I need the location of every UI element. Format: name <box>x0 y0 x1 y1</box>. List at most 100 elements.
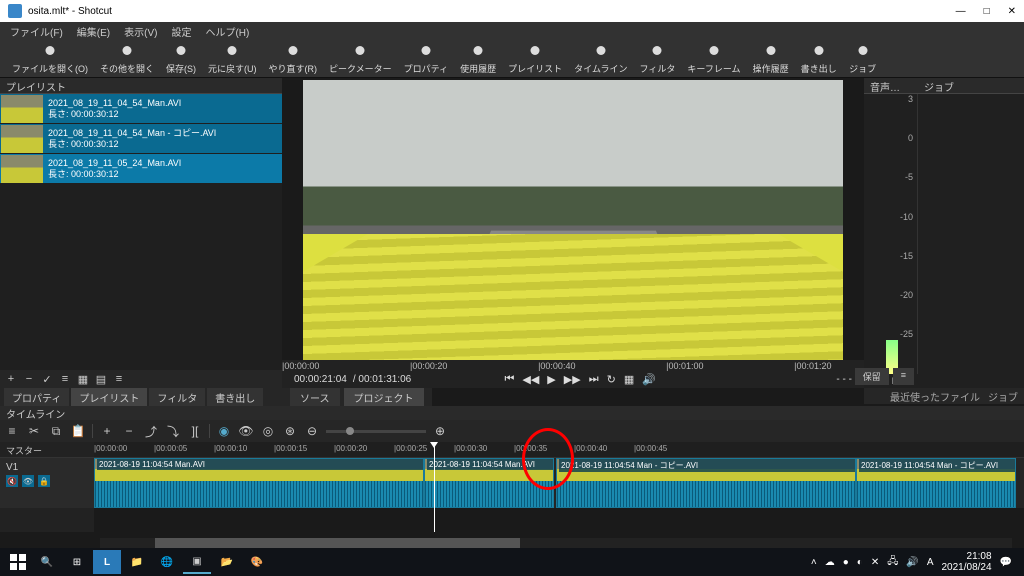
minimize-button[interactable]: — <box>956 6 966 17</box>
skip-start-icon[interactable]: ⏮ <box>504 373 514 386</box>
loop-icon[interactable]: ↻ <box>607 373 616 386</box>
zoom-out-icon[interactable]: ⊖ <box>304 423 320 439</box>
network-icon[interactable]: 🖧 <box>887 554 898 571</box>
timeline-clip[interactable]: 2021-08-19 11:04:54 Man.AVI <box>94 458 424 508</box>
timeline-ruler[interactable]: |00:00:00|00:00:05|00:00:10|00:00:15|00:… <box>94 442 1024 458</box>
menu-item[interactable]: 表示(V) <box>118 22 163 41</box>
list-icon[interactable]: ≡ <box>58 372 72 386</box>
grid-icon[interactable]: ▦ <box>624 373 634 386</box>
pending-button[interactable]: 保留 <box>855 368 889 385</box>
playlist-item[interactable]: 2021_08_19_11_04_54_Man - コピー.AVI長さ: 00:… <box>0 124 282 154</box>
lift-icon[interactable]: ⤴ <box>143 423 159 439</box>
start-button[interactable] <box>4 550 32 574</box>
mute-icon[interactable]: 🔇 <box>6 475 18 487</box>
tool-filter[interactable]: フィルタ <box>634 43 682 75</box>
track-header[interactable]: V1 🔇 👁 🔒 <box>0 458 94 508</box>
close-button[interactable]: ✕ <box>1008 6 1016 17</box>
folder-icon[interactable]: 📂 <box>213 550 241 574</box>
tool-history[interactable]: 使用履歴 <box>454 43 502 75</box>
jobs-menu-icon[interactable]: ≡ <box>893 368 914 385</box>
zoom-in-icon[interactable]: ⊕ <box>432 423 448 439</box>
ime-icon[interactable]: A <box>927 557 934 568</box>
source-tab[interactable]: ソース <box>290 388 340 407</box>
menu-icon[interactable]: ≡ <box>112 372 126 386</box>
tray-chevron-icon[interactable]: ˄ <box>811 557 817 568</box>
menu-item[interactable]: 編集(E) <box>71 22 116 41</box>
recent-files-tab[interactable]: 最近使ったファイル <box>890 389 980 404</box>
menu-item[interactable]: ファイル(F) <box>4 22 69 41</box>
tool-ops[interactable]: 操作履歴 <box>747 43 795 75</box>
ripple-all-icon[interactable]: ⊛ <box>282 423 298 439</box>
bottom-tab[interactable]: 書き出し <box>207 388 263 407</box>
tool-props[interactable]: プロパティ <box>398 43 454 75</box>
video-preview[interactable] <box>303 80 843 360</box>
menu-item[interactable]: 設定 <box>165 22 197 41</box>
search-icon[interactable]: 🔍 <box>33 550 61 574</box>
master-track-header[interactable]: マスター <box>0 442 94 458</box>
tl-add-icon[interactable]: + <box>99 423 115 439</box>
notifications-icon[interactable]: 💬 <box>1000 557 1012 568</box>
check-icon[interactable]: ✓ <box>40 372 54 386</box>
video-lane[interactable]: 2021-08-19 11:04:54 Man.AVI2021-08-19 11… <box>94 458 1024 508</box>
chrome-icon[interactable]: 🌐 <box>153 550 181 574</box>
tool-open[interactable]: ファイルを開く(O) <box>6 43 94 75</box>
overwrite-icon[interactable]: ⤵ <box>165 423 181 439</box>
playlist-item[interactable]: 2021_08_19_11_05_24_Man.AVI長さ: 00:00:30:… <box>0 154 282 184</box>
detail-icon[interactable]: ▤ <box>94 372 108 386</box>
next-frame-icon[interactable]: ▶▶ <box>564 373 581 386</box>
tool-redo[interactable]: やり直す(R) <box>263 43 324 75</box>
timeline-clip[interactable]: 2021-08-19 11:04:54 Man - コピー.AVI <box>556 458 856 508</box>
preview-ruler[interactable]: |00:00:00|00:00:20|00:00:40|00:01:00|00:… <box>282 360 864 372</box>
tool-open-other[interactable]: その他を開く <box>94 43 160 75</box>
task-view-icon[interactable]: ⊞ <box>63 550 91 574</box>
tool-playlist[interactable]: プレイリスト <box>502 43 568 75</box>
ripple-icon[interactable]: ◎ <box>260 423 276 439</box>
timecode-current[interactable]: 00:00:21:04 <box>294 374 347 385</box>
hide-icon[interactable]: 👁 <box>22 475 34 487</box>
sound-icon[interactable]: 🔊 <box>906 557 918 568</box>
tray-icon-1[interactable]: ● <box>843 557 849 568</box>
timeline-clip[interactable]: 2021-08-19 11:04:54 Man.AVI <box>424 458 554 508</box>
tl-remove-icon[interactable]: − <box>121 423 137 439</box>
skip-end-icon[interactable]: ⏭ <box>589 373 599 386</box>
cut-icon[interactable]: ✂ <box>26 423 42 439</box>
tool-export[interactable]: 書き出し <box>795 43 843 75</box>
zoom-slider[interactable] <box>326 430 426 433</box>
app-icon-1[interactable]: L <box>93 550 121 574</box>
play-icon[interactable]: ▶ <box>547 373 555 386</box>
explorer-icon[interactable]: 📁 <box>123 550 151 574</box>
tl-menu-icon[interactable]: ≡ <box>4 423 20 439</box>
tool-timeline[interactable]: タイムライン <box>568 43 633 75</box>
tray-icon-3[interactable]: ✕ <box>871 557 879 568</box>
tool-keyframe[interactable]: キーフレーム <box>681 43 746 75</box>
tray-icon-2[interactable]: ◐ <box>857 557 863 568</box>
clock[interactable]: 21:082021/08/24 <box>941 551 991 573</box>
prev-frame-icon[interactable]: ◀◀ <box>522 373 539 386</box>
tool-save[interactable]: 保存(S) <box>160 43 202 75</box>
shotcut-taskbar-icon[interactable]: ▣ <box>183 550 211 574</box>
remove-icon[interactable]: − <box>22 372 36 386</box>
bottom-tab[interactable]: フィルタ <box>149 388 205 407</box>
onedrive-icon[interactable]: ☁ <box>825 557 835 568</box>
snap-icon[interactable]: ◉ <box>216 423 232 439</box>
grid-view-icon[interactable]: ▦ <box>76 372 90 386</box>
playlist-item[interactable]: 2021_08_19_11_04_54_Man.AVI長さ: 00:00:30:… <box>0 94 282 124</box>
lock-icon[interactable]: 🔒 <box>38 475 50 487</box>
split-icon[interactable]: ][ <box>187 423 203 439</box>
copy-icon[interactable]: ⧉ <box>48 423 64 439</box>
bottom-tab[interactable]: プレイリスト <box>71 388 147 407</box>
tool-meter[interactable]: ピークメーター <box>323 43 398 75</box>
menu-item[interactable]: ヘルプ(H) <box>199 22 255 41</box>
paste-icon[interactable]: 📋 <box>70 423 86 439</box>
maximize-button[interactable]: □ <box>984 6 990 17</box>
source-tab[interactable]: プロジェクト <box>344 388 424 407</box>
scrub-icon[interactable]: 👁 <box>238 423 254 439</box>
add-icon[interactable]: + <box>4 372 18 386</box>
paint-icon[interactable]: 🎨 <box>243 550 271 574</box>
playhead[interactable] <box>434 442 435 532</box>
volume-icon[interactable]: 🔊 <box>642 373 656 386</box>
tool-undo[interactable]: 元に戻す(U) <box>202 43 263 75</box>
jobs-tab[interactable]: ジョブ <box>988 389 1018 404</box>
timeline-clip[interactable]: 2021-08-19 11:04:54 Man - コピー.AVI <box>856 458 1016 508</box>
bottom-tab[interactable]: プロパティ <box>4 388 69 407</box>
